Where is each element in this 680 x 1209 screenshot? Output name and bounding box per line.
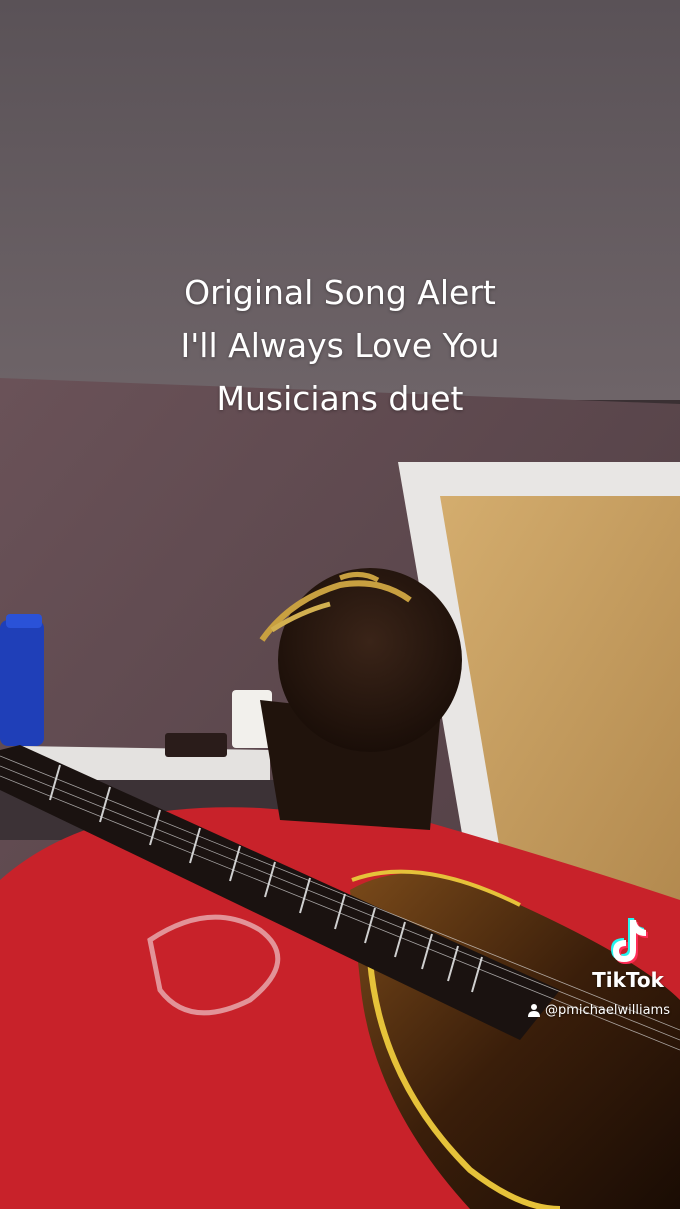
caption-line-1: Original Song Alert [184,273,496,312]
tiktok-note-icon [611,918,648,964]
creator-handle: @pmichaelwilliams [510,1000,670,1020]
water-bottle [0,620,44,746]
user-icon [528,1004,541,1017]
caption-line-2: I'll Always Love You [180,326,500,365]
creator-handle-text: @pmichaelwilliams [545,1002,670,1018]
video-frame [0,0,680,1209]
caption-overlay: Original Song Alert I'll Always Love You… [0,266,680,425]
face [278,568,462,752]
tiktok-brand-label: TikTok [592,968,664,992]
caption-line-3: Musicians duet [216,379,464,418]
